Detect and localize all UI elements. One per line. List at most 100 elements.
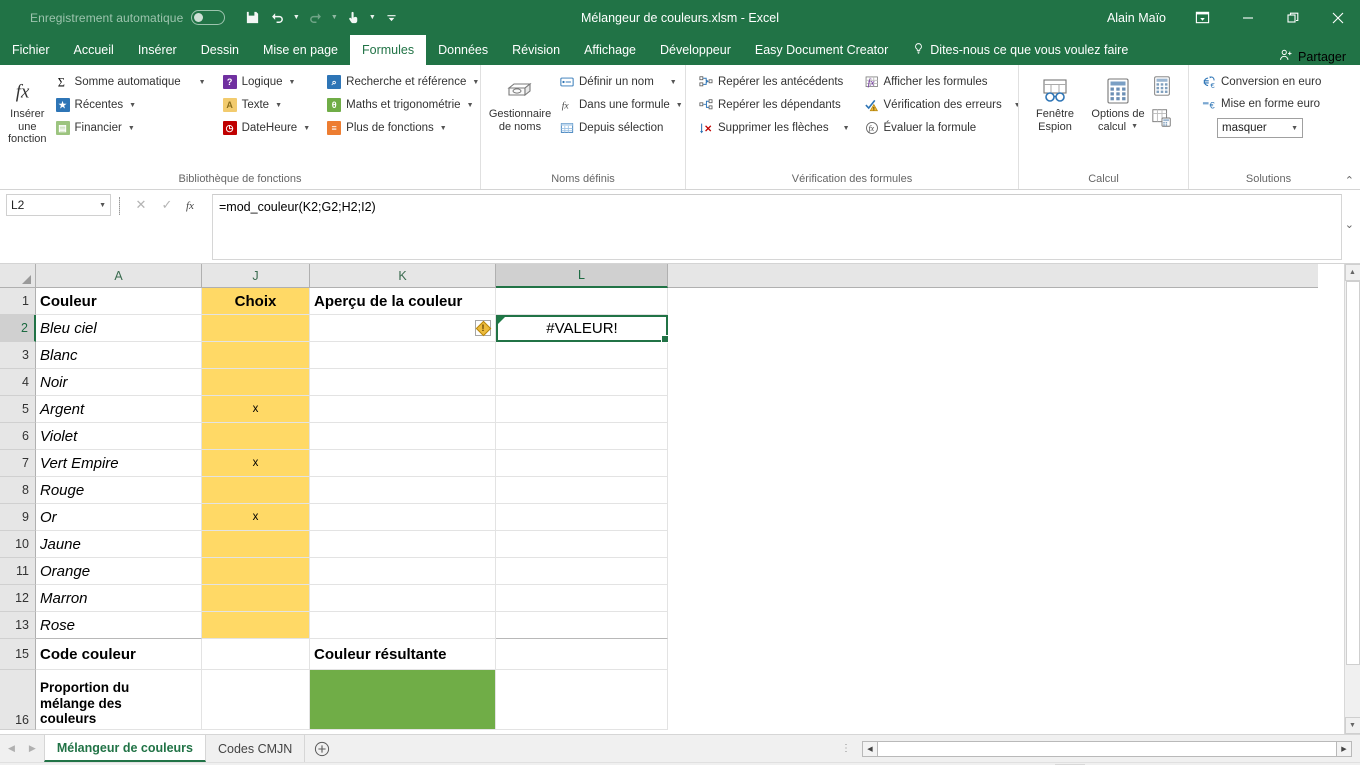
cell-empty-6[interactable]: [668, 423, 1318, 450]
horizontal-scrollbar[interactable]: ◀ ▶: [862, 740, 1352, 757]
tab-mise-en-page[interactable]: Mise en page: [251, 35, 350, 65]
cell-L1[interactable]: [496, 288, 668, 315]
cell-J6[interactable]: [202, 423, 310, 450]
cell-K12[interactable]: [310, 585, 496, 612]
cell-J10[interactable]: [202, 531, 310, 558]
row-header-8[interactable]: 8: [0, 477, 36, 504]
horizontal-scroll-track[interactable]: [878, 740, 1336, 757]
share-button[interactable]: Partager: [1279, 48, 1360, 65]
euro-format-button[interactable]: € Mise en forme euro: [1197, 93, 1324, 115]
cell-K9[interactable]: [310, 504, 496, 531]
cell-empty-10[interactable]: [668, 531, 1318, 558]
cell-empty-1[interactable]: [668, 288, 1318, 315]
datetime-dropdown-icon[interactable]: ▼: [303, 125, 310, 132]
row-header-12[interactable]: 12: [0, 585, 36, 612]
cell-K1[interactable]: Aperçu de la couleur: [310, 288, 496, 315]
expand-formula-bar-icon[interactable]: ⌄: [1345, 218, 1354, 231]
cell-J8[interactable]: [202, 477, 310, 504]
cell-A11[interactable]: Orange: [36, 558, 202, 585]
row-header-3[interactable]: 3: [0, 342, 36, 369]
undo-dropdown-icon[interactable]: ▼: [291, 7, 301, 29]
cell-K6[interactable]: [310, 423, 496, 450]
row-header-11[interactable]: 11: [0, 558, 36, 585]
cell-A2[interactable]: Bleu ciel: [36, 315, 202, 342]
tell-me-search[interactable]: Dites-nous ce que vous voulez faire: [900, 35, 1140, 65]
insert-function-button[interactable]: fx Insérer une fonction: [6, 71, 49, 149]
cell-empty-11[interactable]: [668, 558, 1318, 585]
redo-icon[interactable]: [304, 7, 326, 29]
cell-empty-9[interactable]: [668, 504, 1318, 531]
tab-affichage[interactable]: Affichage: [572, 35, 648, 65]
error-warning-icon[interactable]: !: [475, 320, 491, 336]
cell-J4[interactable]: [202, 369, 310, 396]
cell-empty-5[interactable]: [668, 396, 1318, 423]
cell-K4[interactable]: [310, 369, 496, 396]
customize-qat-icon[interactable]: [380, 7, 402, 29]
trace-dependents-button[interactable]: Repérer les dépendants: [694, 94, 854, 116]
name-manager-button[interactable]: Gestionnaire de noms: [487, 71, 553, 136]
row-header-15[interactable]: 15: [0, 639, 36, 670]
scroll-down-arrow-icon[interactable]: ▼: [1344, 717, 1360, 734]
sheet-tab-melangeur-de-couleurs[interactable]: Mélangeur de couleurs: [43, 735, 206, 762]
cell-A5[interactable]: Argent: [36, 396, 202, 423]
logical-functions-button[interactable]: ? Logique ▼: [218, 71, 315, 93]
cell-K7[interactable]: [310, 450, 496, 477]
row-header-1[interactable]: 1: [0, 288, 36, 315]
cell-empty-8[interactable]: [668, 477, 1318, 504]
cell-L5[interactable]: [496, 396, 668, 423]
lookup-dropdown-icon[interactable]: ▼: [472, 79, 479, 86]
error-checking-button[interactable]: Vérification des erreurs ▼: [860, 94, 1025, 116]
remove-arrows-button[interactable]: Supprimer les flèches ▼: [694, 117, 854, 139]
autosave-control[interactable]: Enregistrement automatique: [30, 10, 226, 25]
cell-K2[interactable]: !: [310, 315, 496, 342]
cell-L11[interactable]: [496, 558, 668, 585]
calculate-now-icon[interactable]: [1151, 75, 1173, 102]
cell-J7[interactable]: x: [202, 450, 310, 477]
financial-functions-button[interactable]: ▤ Financier ▼: [51, 117, 210, 139]
define-name-dropdown-icon[interactable]: ▼: [670, 79, 677, 86]
cell-A7[interactable]: Vert Empire: [36, 450, 202, 477]
tab-donnees[interactable]: Données: [426, 35, 500, 65]
cell-empty-15[interactable]: [668, 639, 1318, 670]
recent-functions-button[interactable]: ★ Récentes ▼: [51, 94, 210, 116]
add-sheet-icon[interactable]: [305, 741, 339, 757]
cell-A13[interactable]: Rose: [36, 612, 202, 639]
cell-J2[interactable]: [202, 315, 310, 342]
financial-dropdown-icon[interactable]: ▼: [128, 125, 135, 132]
cell-A10[interactable]: Jaune: [36, 531, 202, 558]
cell-empty-13[interactable]: [668, 612, 1318, 639]
sheet-hscroll-grip[interactable]: ⋮: [831, 743, 862, 754]
show-formulas-button[interactable]: fx Afficher les formules: [860, 71, 1025, 93]
cell-K5[interactable]: [310, 396, 496, 423]
cell-K8[interactable]: [310, 477, 496, 504]
cell-J5[interactable]: x: [202, 396, 310, 423]
logical-dropdown-icon[interactable]: ▼: [289, 79, 296, 86]
sheet-tab-codes-cmjn[interactable]: Codes CMJN: [206, 735, 306, 762]
undo-icon[interactable]: [266, 7, 288, 29]
tab-developpeur[interactable]: Développeur: [648, 35, 743, 65]
cell-A1[interactable]: Couleur: [36, 288, 202, 315]
solutions-dropdown[interactable]: masquer ▼: [1217, 118, 1303, 138]
evaluate-formula-button[interactable]: fx Évaluer la formule: [860, 117, 1025, 139]
cell-A12[interactable]: Marron: [36, 585, 202, 612]
collapse-ribbon-icon[interactable]: ⌃: [1345, 174, 1354, 187]
trace-precedents-button[interactable]: Repérer les antécédents: [694, 71, 854, 93]
text-functions-button[interactable]: A Texte ▼: [218, 94, 315, 116]
formula-input[interactable]: =mod_couleur(K2;G2;H2;I2): [212, 194, 1342, 260]
calc-options-dropdown-icon[interactable]: ▼: [1131, 123, 1138, 131]
row-header-16[interactable]: 16: [0, 670, 36, 730]
autosum-button[interactable]: Σ Somme automatique ▼: [51, 71, 210, 93]
cell-J15[interactable]: [202, 639, 310, 670]
cell-L3[interactable]: [496, 342, 668, 369]
cell-L16[interactable]: [496, 670, 668, 730]
hscroll-right-arrow-icon[interactable]: ▶: [1336, 740, 1352, 757]
scroll-up-arrow-icon[interactable]: ▲: [1344, 264, 1360, 281]
cell-L7[interactable]: [496, 450, 668, 477]
euro-conversion-button[interactable]: € Conversion en euro: [1197, 71, 1325, 93]
column-header-L[interactable]: L: [496, 264, 668, 288]
cell-K11[interactable]: [310, 558, 496, 585]
cell-empty-7[interactable]: [668, 450, 1318, 477]
cell-A16[interactable]: Proportion du mélange des couleurs: [36, 670, 202, 730]
user-account-name[interactable]: Alain Maïo: [1107, 11, 1166, 25]
autosum-dropdown-icon[interactable]: ▼: [199, 79, 206, 86]
